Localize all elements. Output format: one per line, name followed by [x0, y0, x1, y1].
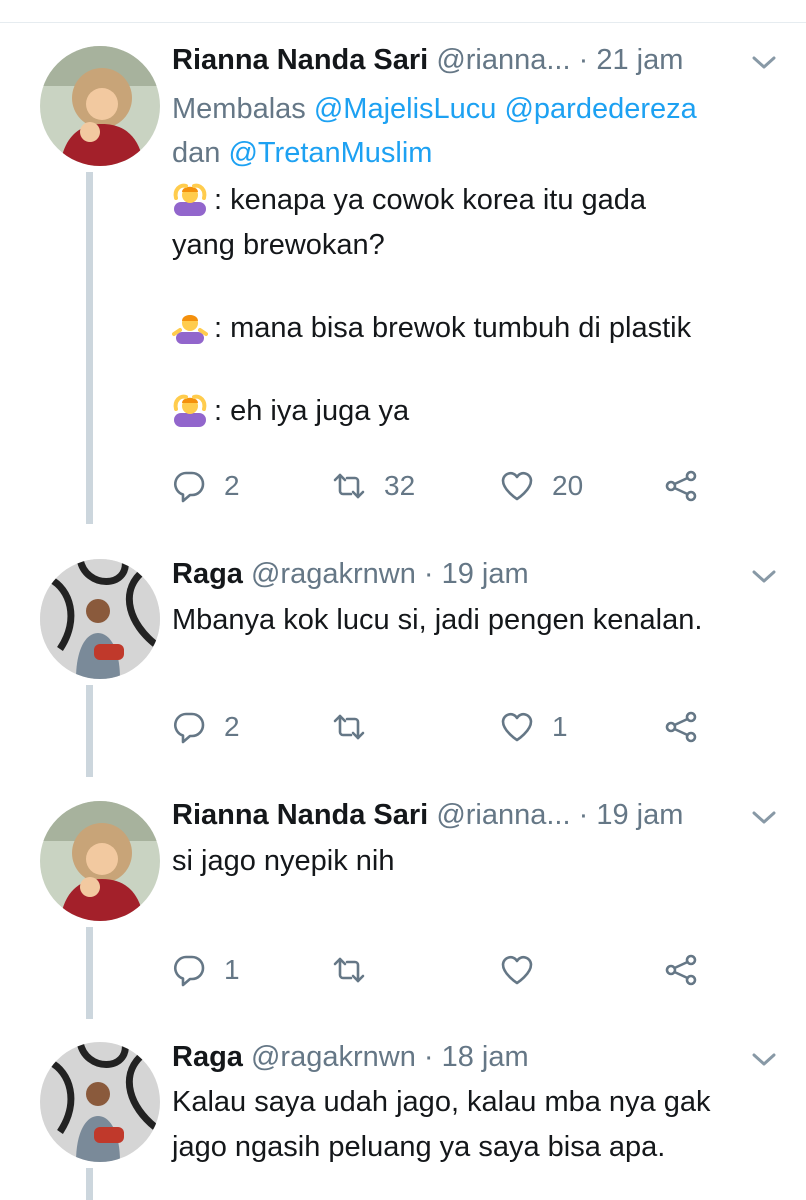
retweet-count: 32 [384, 470, 416, 501]
display-name[interactable]: Rianna Nanda Sari [172, 799, 428, 831]
like-icon [500, 953, 534, 987]
tweet-line: jago ngasih peluang ya saya bisa apa. [172, 1131, 666, 1163]
chevron-down-icon[interactable] [744, 42, 784, 82]
reply-and: dan [172, 137, 221, 169]
tweet-header: Raga @ragakrnwn · 18 jam [172, 1035, 529, 1079]
tweet-line: si jago nyepik nih [172, 845, 395, 877]
display-name[interactable]: Raga [172, 1041, 243, 1073]
chevron-down-icon[interactable] [744, 797, 784, 837]
share-icon [664, 469, 698, 503]
retweet-button[interactable]: 32 [332, 464, 415, 508]
tweet-actions: 1 [172, 948, 732, 992]
top-divider [0, 0, 806, 23]
reply-button[interactable]: 2 [172, 705, 240, 749]
timestamp[interactable]: · 21 jam [579, 44, 684, 76]
chevron-down-icon[interactable] [744, 1039, 784, 1079]
reply-icon [172, 469, 206, 503]
share-icon [664, 710, 698, 744]
reply-context: Membalas @MajelisLucu @pardedereza dan @… [172, 87, 782, 175]
reply-button[interactable]: 2 [172, 464, 240, 508]
reply-count: 2 [224, 711, 240, 742]
display-name[interactable]: Rianna Nanda Sari [172, 44, 428, 76]
reply-prefix: Membalas [172, 93, 306, 125]
tweet-header: Rianna Nanda Sari @rianna... · 21 jam [172, 38, 683, 82]
tweet-line: : kenapa ya cowok korea itu gada [214, 184, 647, 216]
mention-link[interactable]: @MajelisLucu [314, 93, 497, 125]
tweet-line: Mbanya kok lucu si, jadi pengen kenalan. [172, 604, 703, 636]
share-button[interactable] [664, 948, 698, 992]
timestamp[interactable]: · 19 jam [424, 558, 529, 590]
like-count: 20 [552, 470, 584, 501]
tweet-text: si jago nyepik nih [172, 839, 782, 884]
like-count: 1 [552, 711, 568, 742]
mention-link[interactable]: @pardedereza [504, 93, 696, 125]
like-icon [500, 469, 534, 503]
avatar[interactable] [40, 46, 160, 166]
chevron-down-icon[interactable] [744, 556, 784, 596]
timestamp[interactable]: · 19 jam [579, 799, 684, 831]
tweet-header: Rianna Nanda Sari @rianna... · 19 jam [172, 793, 683, 837]
share-button[interactable] [664, 705, 698, 749]
avatar[interactable] [40, 1042, 160, 1162]
avatar[interactable] [40, 801, 160, 921]
reply-count: 2 [224, 470, 240, 501]
reply-icon [172, 953, 206, 987]
retweet-button[interactable] [332, 705, 384, 749]
like-button[interactable] [500, 948, 552, 992]
like-icon [500, 710, 534, 744]
retweet-button[interactable] [332, 948, 384, 992]
tweet-header: Raga @ragakrnwn · 19 jam [172, 552, 529, 596]
handle[interactable]: @ragakrnwn [251, 558, 416, 590]
thread-line [86, 172, 93, 524]
share-icon [664, 953, 698, 987]
timestamp[interactable]: · 18 jam [424, 1041, 529, 1073]
avatar[interactable] [40, 559, 160, 679]
reply-icon [172, 710, 206, 744]
retweet-icon [332, 953, 366, 987]
retweet-icon [332, 469, 366, 503]
tweet-line: Kalau saya udah jago, kalau mba nya gak [172, 1086, 711, 1118]
retweet-icon [332, 710, 366, 744]
person-shrugging-emoji [172, 308, 208, 344]
person-gesturing-ok-emoji [172, 391, 208, 427]
mention-link[interactable]: @TretanMuslim [228, 137, 432, 169]
tweet-text: Mbanya kok lucu si, jadi pengen kenalan. [172, 598, 782, 643]
tweet-text: : kenapa ya cowok korea itu gada yang br… [172, 178, 782, 434]
like-button[interactable]: 1 [500, 705, 568, 749]
tweet-line: yang brewokan? [172, 229, 385, 261]
tweet-text: Kalau saya udah jago, kalau mba nya gak … [172, 1080, 782, 1170]
display-name[interactable]: Raga [172, 558, 243, 590]
thread-line [86, 1168, 93, 1200]
handle[interactable]: @ragakrnwn [251, 1041, 416, 1073]
thread-line [86, 685, 93, 777]
tweet-actions: 2 32 20 [172, 464, 732, 508]
reply-count: 1 [224, 954, 240, 985]
tweet-line: : eh iya juga ya [214, 395, 410, 427]
like-button[interactable]: 20 [500, 464, 583, 508]
handle[interactable]: @rianna... [436, 799, 570, 831]
tweet-actions: 2 1 [172, 705, 732, 749]
tweet-line: : mana bisa brewok tumbuh di plastik [214, 312, 692, 344]
reply-button[interactable]: 1 [172, 948, 240, 992]
handle[interactable]: @rianna... [436, 44, 570, 76]
share-button[interactable] [664, 464, 698, 508]
thread-line [86, 927, 93, 1019]
person-gesturing-ok-emoji [172, 180, 208, 216]
